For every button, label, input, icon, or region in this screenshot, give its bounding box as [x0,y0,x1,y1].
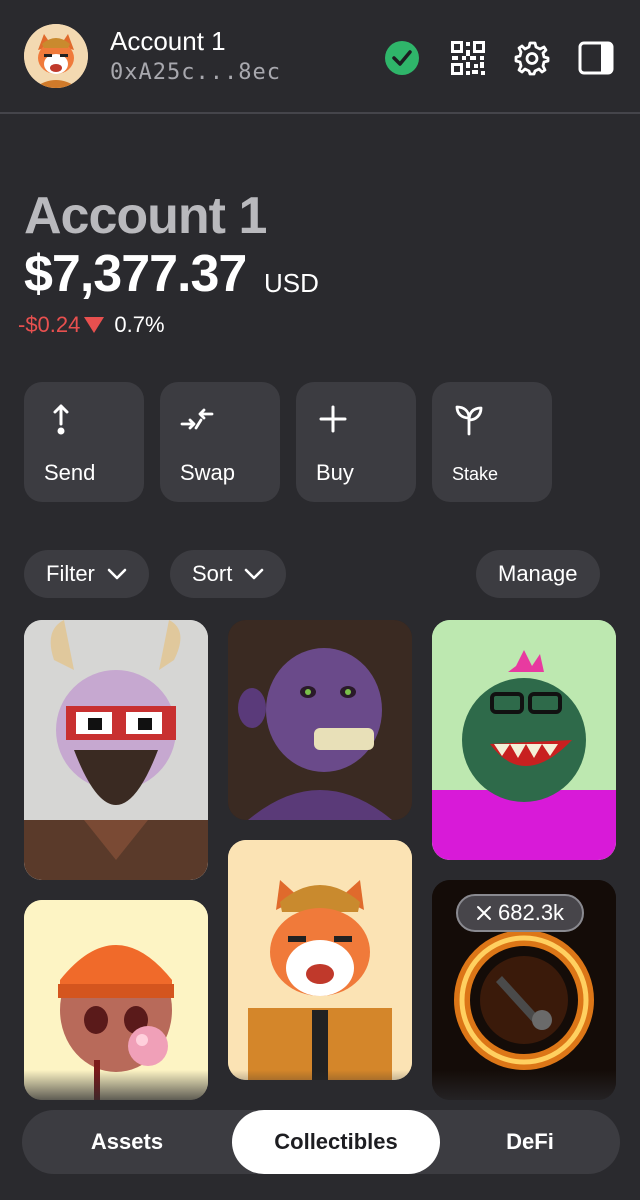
change-amount: -$0.24 [18,312,81,337]
collectible-card[interactable] [228,840,412,1080]
collectible-card[interactable] [228,620,412,820]
side-panel-icon[interactable] [578,40,614,76]
bottom-tab-bar: Assets Collectibles DeFi [22,1110,620,1174]
tab-assets[interactable]: Assets [22,1110,232,1174]
buy-label: Buy [316,460,354,485]
top-bar: Account 1 0xA25c...8ec [0,0,640,114]
stake-label: Stake [452,464,499,484]
sort-label: Sort [192,561,233,586]
manage-button[interactable]: Manage [476,550,600,598]
stake-button[interactable]: Stake [432,382,552,502]
balance-currency: USD [264,268,319,298]
sprout-icon [452,402,486,436]
qr-code-icon[interactable] [450,40,486,76]
swap-icon [180,402,214,436]
account-address[interactable]: 0xA25c...8ec [110,60,281,85]
plus-icon [316,402,350,436]
swap-label: Swap [180,460,236,485]
account-name[interactable]: Account 1 [110,26,226,57]
chevron-down-icon [107,568,127,580]
send-icon [44,402,78,436]
send-button[interactable]: Send [24,382,144,502]
scroll-fade [0,1070,640,1110]
account-avatar[interactable] [24,24,88,88]
tab-defi[interactable]: DeFi [440,1110,620,1174]
account-title: Account 1 [24,187,267,245]
item-count-badge: 682.3k [456,894,585,932]
buy-button[interactable]: Buy [296,382,416,502]
nft-image [228,840,412,1080]
badge-value: 682.3k [498,900,565,925]
down-triangle-icon [84,317,105,333]
tab-defi-label: DeFi [506,1129,554,1154]
change-percent: 0.7% [114,312,165,337]
balance-change: -$0.24 0.7% [18,312,165,338]
tab-collectibles[interactable]: Collectibles [232,1110,440,1174]
collectible-card[interactable]: 682.3k [432,880,616,1100]
collectible-card[interactable] [432,620,616,860]
nft-image [432,620,616,860]
filter-button[interactable]: Filter [24,550,149,598]
nft-image [228,620,412,820]
sort-button[interactable]: Sort [170,550,287,598]
balance-amount: $7,377.37 [24,245,247,303]
gear-icon[interactable] [514,40,550,76]
nft-image [24,620,208,880]
filter-label: Filter [46,561,95,586]
tab-collectibles-label: Collectibles [274,1129,398,1154]
collectible-card[interactable] [24,620,208,880]
close-icon [477,906,491,920]
manage-label: Manage [498,561,578,586]
chevron-down-icon [245,568,264,580]
tab-assets-label: Assets [90,1129,164,1154]
send-label: Send [44,460,96,485]
check-circle-icon[interactable] [384,40,420,76]
swap-button[interactable]: Swap [160,382,280,502]
